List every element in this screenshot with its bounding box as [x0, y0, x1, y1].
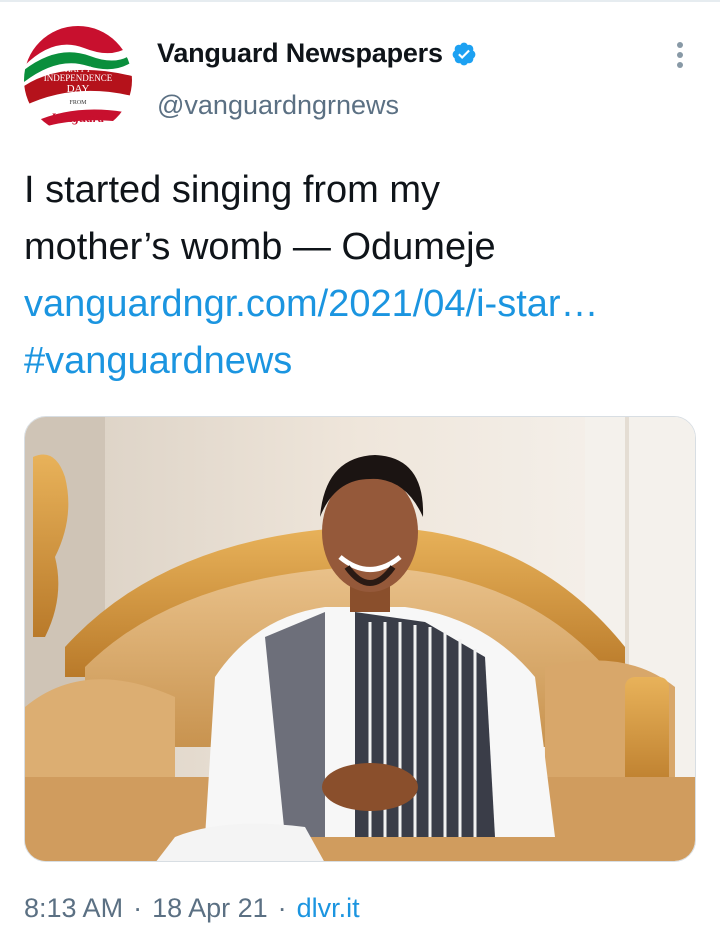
- verified-badge-icon: [452, 42, 476, 65]
- author-handle[interactable]: @vanguardngrnews: [157, 90, 399, 121]
- author-display-name[interactable]: Vanguard Newspapers: [157, 38, 443, 69]
- svg-text:INDEPENDENCE: INDEPENDENCE: [44, 73, 113, 83]
- svg-text:DAY: DAY: [67, 83, 90, 95]
- svg-text:FROM: FROM: [69, 100, 87, 106]
- meta-separator: ·: [277, 893, 287, 923]
- avatar-logo-image: HAPPY INDEPENDENCE DAY FROM Vanguard: [24, 26, 132, 134]
- tweet-time[interactable]: 8:13 AM: [24, 893, 123, 924]
- more-dot: [677, 62, 683, 68]
- tweet-date[interactable]: 18 Apr 21: [152, 893, 268, 924]
- tweet-text-line: I started singing from my: [24, 169, 441, 211]
- tweet-text: I started singing from my mother’s womb …: [24, 162, 704, 390]
- more-options-icon[interactable]: [664, 38, 696, 74]
- photo-image: [25, 417, 695, 861]
- account-avatar[interactable]: HAPPY INDEPENDENCE DAY FROM Vanguard: [24, 26, 132, 134]
- tweet-text-line: mother’s womb — Odumeje: [24, 226, 496, 268]
- hashtag-link[interactable]: #vanguardnews: [24, 333, 704, 390]
- tweet-link[interactable]: vanguardngr.com/2021/04/i-star…: [24, 276, 704, 333]
- tweet-meta: 8:13 AM · 18 Apr 21 · dlvr.it: [24, 893, 360, 924]
- tweet-source-link[interactable]: dlvr.it: [297, 893, 360, 924]
- meta-separator: ·: [133, 893, 143, 923]
- svg-text:Vanguard: Vanguard: [52, 110, 105, 125]
- author-name-row[interactable]: Vanguard Newspapers: [157, 38, 477, 69]
- more-dot: [677, 42, 683, 48]
- top-divider: [0, 0, 720, 2]
- tweet-photo[interactable]: [24, 416, 696, 862]
- more-dot: [677, 52, 683, 58]
